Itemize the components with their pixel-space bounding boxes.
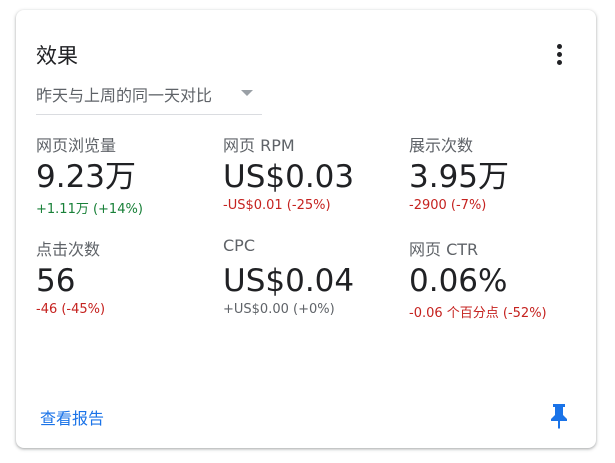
metric-delta: -2900 (-7%)	[409, 198, 487, 213]
more-vert-icon-dot	[557, 52, 562, 57]
metric-value: US$0.03	[223, 159, 355, 195]
more-vert-icon-dot	[557, 60, 562, 65]
comparison-label: 昨天与上周的同一天对比	[36, 86, 213, 105]
metric-delta: -US$0.01 (-25%)	[223, 198, 331, 213]
metric-label: 网页浏览量	[36, 136, 117, 155]
metric-label: 点击次数	[36, 240, 101, 259]
metric-cpc: CPC US$0.04 +US$0.00 (+0%)	[223, 236, 403, 317]
metric-value: 56	[36, 263, 76, 299]
metric-delta: -46 (-45%)	[36, 302, 106, 317]
metric-delta: +1.11万 (+14%)	[36, 202, 143, 217]
card-title: 效果	[36, 44, 78, 68]
metric-label: 网页 CTR	[409, 240, 479, 259]
metric-page-ctr: 网页 CTR 0.06% -0.06 个百分点 (-52%)	[409, 236, 589, 321]
metric-value: 9.23万	[36, 159, 137, 195]
pin-button[interactable]	[549, 403, 569, 429]
comparison-dropdown[interactable]: 昨天与上周的同一天对比	[36, 80, 262, 115]
more-vert-icon	[557, 44, 562, 49]
metric-label: CPC	[223, 236, 255, 255]
metric-impressions: 展示次数 3.95万 -2900 (-7%)	[409, 132, 589, 213]
more-options-button[interactable]	[551, 42, 567, 70]
view-report-link[interactable]: 查看报告	[40, 405, 104, 429]
metric-value: US$0.04	[223, 263, 355, 299]
performance-card: 效果 昨天与上周的同一天对比 网页浏览量 9.23万 +1.11万 (+14%)…	[16, 10, 596, 448]
metric-value: 0.06%	[409, 263, 508, 299]
dropdown-caret-icon	[241, 90, 253, 96]
metric-page-views: 网页浏览量 9.23万 +1.11万 (+14%)	[36, 132, 216, 217]
metric-delta: -0.06 个百分点 (-52%)	[409, 306, 547, 321]
metric-label: 展示次数	[409, 136, 474, 155]
metric-value: 3.95万	[409, 159, 510, 195]
metric-clicks: 点击次数 56 -46 (-45%)	[36, 236, 216, 317]
metric-delta: +US$0.00 (+0%)	[223, 302, 335, 317]
metric-label: 网页 RPM	[223, 136, 295, 155]
pin-icon	[551, 404, 567, 429]
metric-page-rpm: 网页 RPM US$0.03 -US$0.01 (-25%)	[223, 132, 403, 213]
